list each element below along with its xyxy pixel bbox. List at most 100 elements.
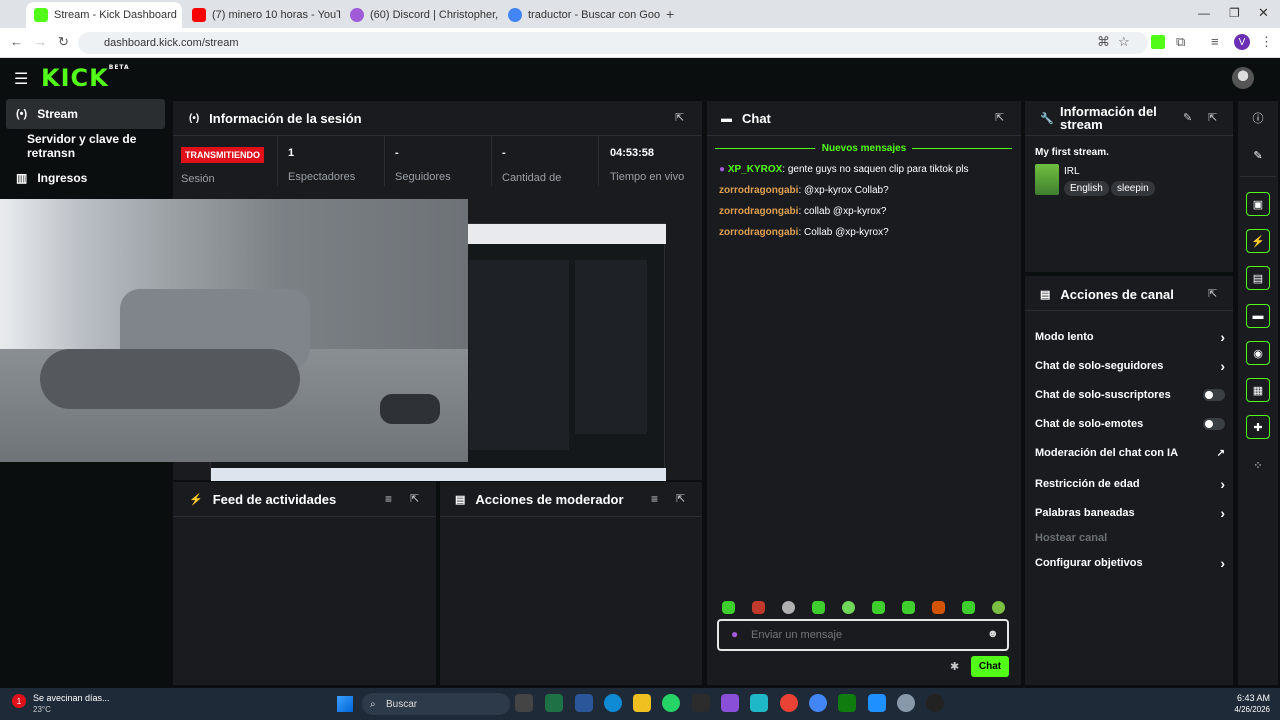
settings-gear-icon[interactable]: [897, 694, 915, 712]
layout-icon[interactable]: ▦: [1246, 378, 1270, 402]
popout-icon[interactable]: ⇱: [410, 492, 419, 505]
chat-message: zorrodragongabi: collab @xp-kyrox?: [719, 206, 886, 217]
chrome-profile-icon[interactable]: [809, 694, 827, 712]
emote-icon[interactable]: [752, 601, 765, 614]
emote-icon[interactable]: [812, 601, 825, 614]
app-icon[interactable]: [721, 694, 739, 712]
hamburger-menu-icon[interactable]: ☰: [14, 69, 28, 89]
sidebar-item-stream[interactable]: (•) Stream: [6, 99, 165, 129]
popout-icon[interactable]: ⇱: [1208, 111, 1217, 124]
browser-menu-icon[interactable]: ⋮: [1260, 34, 1273, 50]
weather-title[interactable]: Se avecinan días...: [33, 693, 110, 703]
new-tab-button[interactable]: +: [666, 6, 674, 22]
chat-username[interactable]: zorrodragongabi: [719, 227, 798, 238]
action-ai-moderation[interactable]: Moderación del chat con IA ↗: [1035, 447, 1225, 459]
popout-icon[interactable]: ⇱: [676, 492, 685, 505]
action-age-restriction[interactable]: Restricción de edad ›: [1035, 476, 1225, 492]
lightning-icon[interactable]: ⚡: [1246, 229, 1270, 253]
minimize-window-icon[interactable]: —: [1198, 6, 1210, 20]
word-icon[interactable]: [575, 694, 593, 712]
emotes-only-toggle[interactable]: [1203, 418, 1225, 430]
subscribers-only-toggle[interactable]: [1203, 389, 1225, 401]
chat-username[interactable]: zorrodragongabi: [719, 206, 798, 217]
broadcast-icon[interactable]: ◉: [1246, 341, 1270, 365]
action-slow-mode[interactable]: Modo lento ›: [1035, 329, 1225, 345]
address-bar[interactable]: dashboard.kick.com/stream: [78, 32, 1148, 54]
chat-username[interactable]: XP_KYROX: [728, 164, 782, 175]
back-icon[interactable]: ←: [10, 34, 23, 49]
emoji-picker-icon[interactable]: ☻: [987, 628, 999, 640]
mic-icon[interactable]: ●: [731, 627, 738, 641]
emote-icon[interactable]: [932, 601, 945, 614]
kick-logo[interactable]: KICKBETA: [41, 64, 130, 92]
taskview-icon[interactable]: [515, 694, 533, 712]
edit-pencil-icon[interactable]: ✎: [1246, 143, 1270, 167]
wrench-icon[interactable]: ✚: [1246, 415, 1270, 439]
info-icon[interactable]: ⓘ: [1246, 106, 1270, 130]
action-configure-goals[interactable]: Configurar objetivos ›: [1035, 555, 1225, 571]
chat-username[interactable]: zorrodragongabi: [719, 185, 798, 196]
chat-bubble-icon[interactable]: ▬: [1246, 304, 1270, 328]
filter-icon[interactable]: ≡: [651, 492, 658, 506]
category-name[interactable]: IRL: [1064, 166, 1080, 177]
bookmark-star-icon[interactable]: ☆: [1118, 34, 1130, 50]
xbox-icon[interactable]: [838, 694, 856, 712]
action-emotes-only: Chat de solo-emotes: [1035, 418, 1225, 430]
forward-icon[interactable]: →: [34, 34, 47, 49]
document-icon[interactable]: ▤: [1246, 266, 1270, 290]
tab-youtube[interactable]: (7) minero 10 horas - YouTu ✕: [184, 2, 340, 28]
popout-icon[interactable]: ⇱: [995, 111, 1004, 124]
reload-icon[interactable]: ↻: [58, 34, 69, 50]
taskbar-search[interactable]: ⌕ Buscar: [362, 693, 510, 715]
popout-icon[interactable]: ⇱: [1208, 287, 1217, 300]
category-thumbnail[interactable]: [1035, 164, 1059, 195]
user-avatar[interactable]: [1232, 67, 1254, 89]
emote-icon[interactable]: [722, 601, 735, 614]
apps-icon[interactable]: ⁘: [1246, 453, 1270, 477]
edge-icon[interactable]: [604, 694, 622, 712]
windows-start-icon[interactable]: [337, 696, 353, 712]
profile-avatar[interactable]: V: [1234, 34, 1250, 50]
excel-icon[interactable]: [545, 694, 563, 712]
session-label: Sesión: [181, 173, 215, 185]
obs-icon[interactable]: [926, 694, 944, 712]
emote-icon[interactable]: [872, 601, 885, 614]
app-icon[interactable]: [868, 694, 886, 712]
reading-list-icon[interactable]: ≡: [1211, 34, 1219, 49]
extensions-puzzle-icon[interactable]: ⧉: [1176, 34, 1185, 50]
whatsapp-icon[interactable]: [662, 694, 680, 712]
translate-icon[interactable]: ⌘: [1097, 34, 1110, 50]
action-label: Palabras baneadas: [1035, 507, 1135, 519]
weather-alert-icon[interactable]: 1: [12, 694, 26, 708]
file-explorer-icon[interactable]: [633, 694, 651, 712]
action-banned-words[interactable]: Palabras baneadas ›: [1035, 505, 1225, 521]
tab-kick-dashboard[interactable]: Stream - Kick Dashboard ✕: [26, 2, 182, 28]
chrome-icon[interactable]: [780, 694, 798, 712]
close-window-icon[interactable]: ✕: [1258, 5, 1269, 21]
kick-extension-icon[interactable]: [1151, 35, 1165, 49]
stat-value: -: [502, 147, 506, 159]
action-followers-only[interactable]: Chat de solo-seguidores ›: [1035, 358, 1225, 374]
tab-discord[interactable]: (60) Discord | Christopher, Seba ✕: [342, 2, 498, 28]
tiktok-icon[interactable]: [692, 694, 710, 712]
tab-google[interactable]: traductor - Buscar con Google ✕: [500, 2, 660, 28]
popout-icon[interactable]: ⇱: [675, 111, 684, 124]
emote-icon[interactable]: [782, 601, 795, 614]
tag-english[interactable]: English: [1064, 181, 1109, 196]
sidebar-item-income[interactable]: ▥ Ingresos: [6, 163, 165, 193]
maximize-window-icon[interactable]: ❐: [1229, 6, 1240, 20]
tag-sleepin[interactable]: sleepin: [1111, 181, 1155, 196]
send-chat-button[interactable]: Chat: [971, 656, 1009, 677]
chat-settings-gear-icon[interactable]: ✱: [950, 660, 959, 673]
clock-time[interactable]: 6:43 AM: [1230, 693, 1270, 703]
emote-icon[interactable]: [842, 601, 855, 614]
emote-icon[interactable]: [992, 601, 1005, 614]
app-icon[interactable]: [750, 694, 768, 712]
chat-message-input[interactable]: [751, 627, 971, 643]
edit-pencil-icon[interactable]: ✎: [1183, 111, 1192, 124]
sidebar-item-server-key[interactable]: Servidor y clave de retransn: [6, 131, 165, 161]
emote-icon[interactable]: [962, 601, 975, 614]
clip-icon[interactable]: ▣: [1246, 192, 1270, 216]
emote-icon[interactable]: [902, 601, 915, 614]
filter-icon[interactable]: ≡: [385, 492, 392, 506]
